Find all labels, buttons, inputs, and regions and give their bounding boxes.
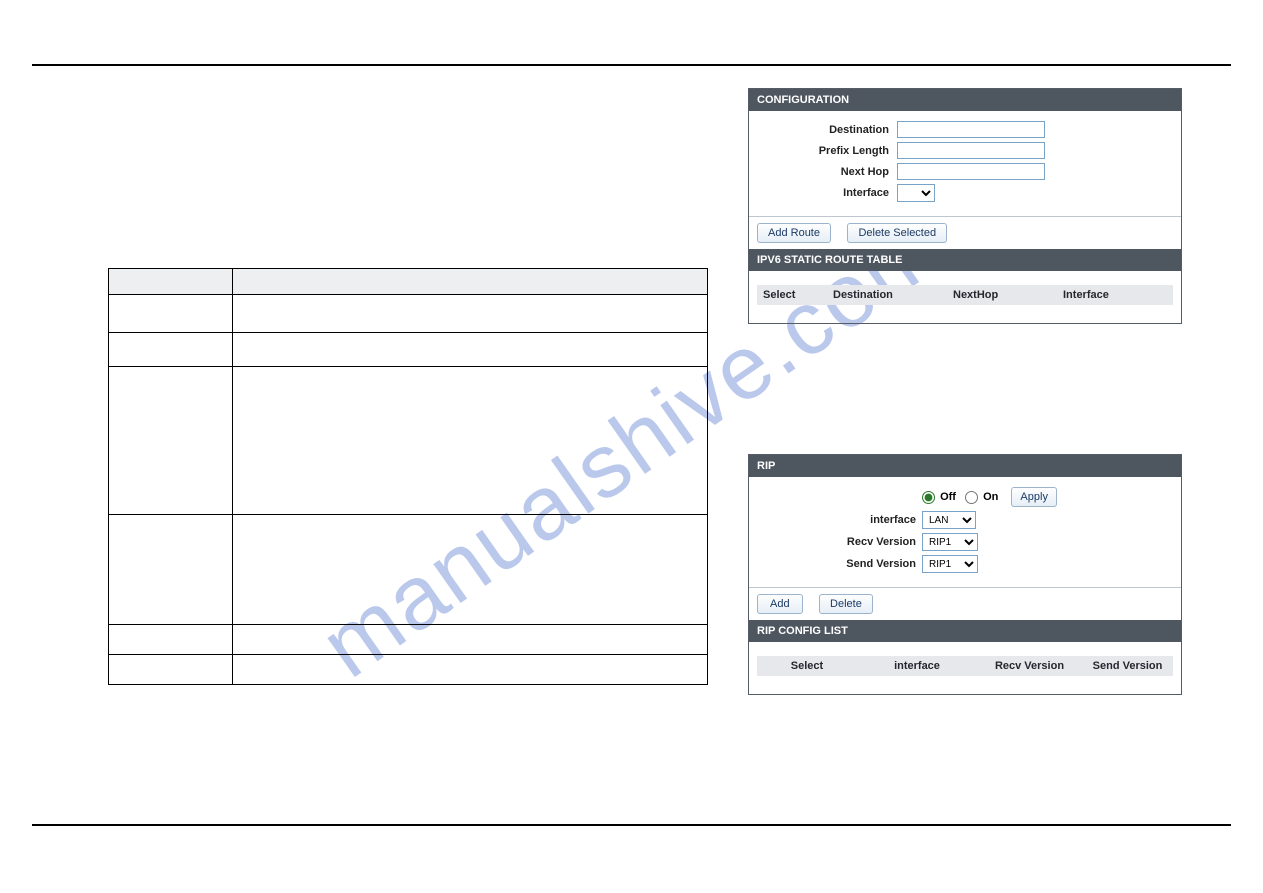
parameter-table [108, 268, 708, 685]
rip-col-recv: Recv Version [977, 656, 1082, 676]
interface-select[interactable] [897, 184, 935, 202]
rip-off-radio[interactable] [922, 491, 935, 504]
rip-onoff-group: Off On Apply [922, 487, 1057, 507]
rip-send-version-label: Send Version [757, 558, 922, 570]
rip-apply-button[interactable]: Apply [1011, 487, 1057, 507]
rip-recv-version-label: Recv Version [757, 536, 922, 548]
next-hop-input[interactable] [897, 163, 1045, 180]
next-hop-label: Next Hop [757, 166, 897, 178]
rip-col-send: Send Version [1082, 656, 1173, 676]
rip-config-list-table: Select interface Recv Version Send Versi… [757, 652, 1173, 680]
destination-input[interactable] [897, 121, 1045, 138]
prefix-length-label: Prefix Length [757, 145, 897, 157]
manual-page: manualshive.com CONFIGURATION Destinatio… [0, 0, 1263, 893]
rip-add-button[interactable]: Add [757, 594, 803, 614]
col-interface: Interface [1057, 285, 1173, 305]
configuration-header: CONFIGURATION [749, 89, 1181, 111]
rip-interface-select[interactable]: LAN [922, 511, 976, 529]
rip-on-radio[interactable] [965, 491, 978, 504]
rip-config-list-header: RIP CONFIG LIST [749, 620, 1181, 642]
col-nexthop: NextHop [947, 285, 1057, 305]
top-rule [32, 64, 1231, 66]
add-route-button[interactable]: Add Route [757, 223, 831, 243]
rip-button-row: Add Delete [749, 587, 1181, 620]
rip-off-label: Off [940, 491, 956, 503]
configuration-panel: CONFIGURATION Destination Prefix Length … [748, 88, 1182, 324]
interface-label: Interface [757, 187, 897, 199]
destination-label: Destination [757, 124, 897, 136]
prefix-length-input[interactable] [897, 142, 1045, 159]
rip-header: RIP [749, 455, 1181, 477]
bottom-rule [32, 824, 1231, 826]
col-select: Select [757, 285, 827, 305]
config-button-row: Add Route Delete Selected [749, 216, 1181, 249]
rip-col-interface: interface [857, 656, 977, 676]
rip-interface-label: interface [757, 514, 922, 526]
delete-selected-button[interactable]: Delete Selected [847, 223, 947, 243]
rip-col-select: Select [757, 656, 857, 676]
rip-on-label: On [983, 491, 998, 503]
route-table-header: IPV6 STATIC ROUTE TABLE [749, 249, 1181, 271]
configuration-form: Destination Prefix Length Next Hop Inter… [749, 111, 1181, 216]
rip-form: Off On Apply interface LAN Recv Version … [749, 477, 1181, 587]
rip-recv-version-select[interactable]: RIP1 [922, 533, 978, 551]
rip-panel: RIP Off On Apply interface LAN Recv V [748, 454, 1182, 695]
rip-send-version-select[interactable]: RIP1 [922, 555, 978, 573]
rip-delete-button[interactable]: Delete [819, 594, 873, 614]
col-destination: Destination [827, 285, 947, 305]
ipv6-static-route-table: Select Destination NextHop Interface [757, 281, 1173, 309]
